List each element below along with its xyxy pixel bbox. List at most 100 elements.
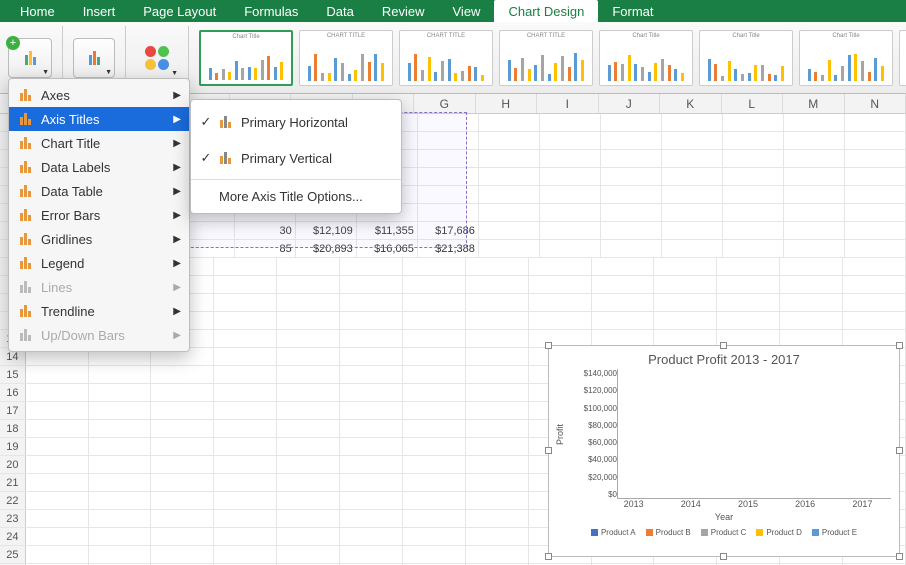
ribbon-tab-format[interactable]: Format <box>598 0 667 22</box>
cell[interactable] <box>403 456 466 473</box>
axis-titles-submenu[interactable]: ✓Primary Horizontal✓Primary VerticalMore… <box>190 99 402 214</box>
chart-style-thumb[interactable]: Chart Title <box>699 30 793 86</box>
cell[interactable] <box>466 348 529 365</box>
cell[interactable] <box>466 492 529 509</box>
row-header[interactable]: 23 <box>0 510 26 527</box>
cell[interactable] <box>26 402 89 419</box>
cell[interactable] <box>26 546 89 563</box>
cell[interactable] <box>277 330 340 347</box>
cell[interactable] <box>340 546 403 563</box>
cell[interactable] <box>340 528 403 545</box>
cell[interactable] <box>214 528 277 545</box>
menu-item-error-bars[interactable]: Error Bars▶ <box>9 203 189 227</box>
cell[interactable] <box>466 384 529 401</box>
cell[interactable] <box>277 546 340 563</box>
legend-item[interactable]: Product B <box>646 528 691 537</box>
cell[interactable] <box>662 222 723 239</box>
cell[interactable] <box>340 366 403 383</box>
legend-item[interactable]: Product D <box>756 528 802 537</box>
change-colors-button[interactable]: ▼ <box>136 38 178 78</box>
legend-item[interactable]: Product A <box>591 528 636 537</box>
cell[interactable] <box>340 438 403 455</box>
cell[interactable] <box>151 528 214 545</box>
menu-item-axis-titles[interactable]: Axis Titles▶ <box>9 107 189 131</box>
cell[interactable] <box>26 384 89 401</box>
cell[interactable] <box>214 384 277 401</box>
cell[interactable] <box>26 528 89 545</box>
cell[interactable] <box>89 474 152 491</box>
cell[interactable] <box>89 456 152 473</box>
cell[interactable] <box>214 456 277 473</box>
cell[interactable] <box>151 384 214 401</box>
menu-item-trendline[interactable]: Trendline▶ <box>9 299 189 323</box>
cell[interactable] <box>89 384 152 401</box>
cell[interactable] <box>340 348 403 365</box>
cell[interactable] <box>340 402 403 419</box>
cell[interactable] <box>214 438 277 455</box>
cell[interactable] <box>466 510 529 527</box>
cell[interactable] <box>601 240 662 257</box>
cell[interactable] <box>466 402 529 419</box>
cell[interactable] <box>89 420 152 437</box>
cell[interactable] <box>340 510 403 527</box>
ribbon-tab-review[interactable]: Review <box>368 0 439 22</box>
row-header[interactable]: 22 <box>0 492 26 509</box>
chart-legend[interactable]: Product AProduct BProduct CProduct DProd… <box>549 528 899 537</box>
cell[interactable] <box>340 456 403 473</box>
cell[interactable] <box>403 420 466 437</box>
cell[interactable] <box>214 402 277 419</box>
chart-style-thumb[interactable]: CHART TITLE <box>299 30 393 86</box>
cell[interactable] <box>151 474 214 491</box>
cell[interactable] <box>214 492 277 509</box>
column-header[interactable]: N <box>845 94 906 113</box>
cell[interactable] <box>403 402 466 419</box>
row-header[interactable]: 20 <box>0 456 26 473</box>
x-axis-label[interactable]: Year <box>549 512 899 522</box>
cell[interactable] <box>151 438 214 455</box>
cell[interactable] <box>214 474 277 491</box>
cell[interactable] <box>89 366 152 383</box>
y-axis-label[interactable]: Profit <box>553 369 567 499</box>
cell[interactable] <box>340 330 403 347</box>
cell[interactable] <box>403 438 466 455</box>
cell[interactable] <box>403 492 466 509</box>
menu-item-gridlines[interactable]: Gridlines▶ <box>9 227 189 251</box>
row-header[interactable]: 19 <box>0 438 26 455</box>
cell[interactable] <box>466 366 529 383</box>
chart-style-thumb[interactable]: CHART TITLE <box>399 30 493 86</box>
cell[interactable] <box>89 528 152 545</box>
cell[interactable] <box>479 240 540 257</box>
cell[interactable] <box>784 222 845 239</box>
row-header[interactable]: 21 <box>0 474 26 491</box>
cell[interactable] <box>214 330 277 347</box>
cell[interactable] <box>89 438 152 455</box>
chart-title[interactable]: Product Profit 2013 - 2017 <box>549 346 899 369</box>
chart-style-thumb[interactable]: Chart Title <box>799 30 893 86</box>
cell[interactable] <box>277 456 340 473</box>
cell[interactable] <box>403 330 466 347</box>
cell[interactable] <box>26 474 89 491</box>
ribbon-tab-view[interactable]: View <box>439 0 495 22</box>
column-header[interactable]: M <box>783 94 845 113</box>
column-header[interactable]: G <box>414 94 476 113</box>
cell[interactable] <box>466 528 529 545</box>
column-header[interactable]: K <box>660 94 722 113</box>
menu-item-data-table[interactable]: Data Table▶ <box>9 179 189 203</box>
cell[interactable] <box>277 510 340 527</box>
cell[interactable] <box>277 348 340 365</box>
cell[interactable] <box>214 348 277 365</box>
column-header[interactable]: H <box>476 94 538 113</box>
cell[interactable] <box>845 222 906 239</box>
legend-item[interactable]: Product E <box>812 528 857 537</box>
cell[interactable] <box>151 366 214 383</box>
cell[interactable] <box>89 492 152 509</box>
cell[interactable] <box>214 420 277 437</box>
cell[interactable] <box>277 438 340 455</box>
cell[interactable] <box>214 510 277 527</box>
cell[interactable] <box>26 438 89 455</box>
cell[interactable] <box>26 420 89 437</box>
menu-item-axes[interactable]: Axes▶ <box>9 83 189 107</box>
cell[interactable] <box>466 420 529 437</box>
row-header[interactable]: 17 <box>0 402 26 419</box>
row-header[interactable]: 24 <box>0 528 26 545</box>
